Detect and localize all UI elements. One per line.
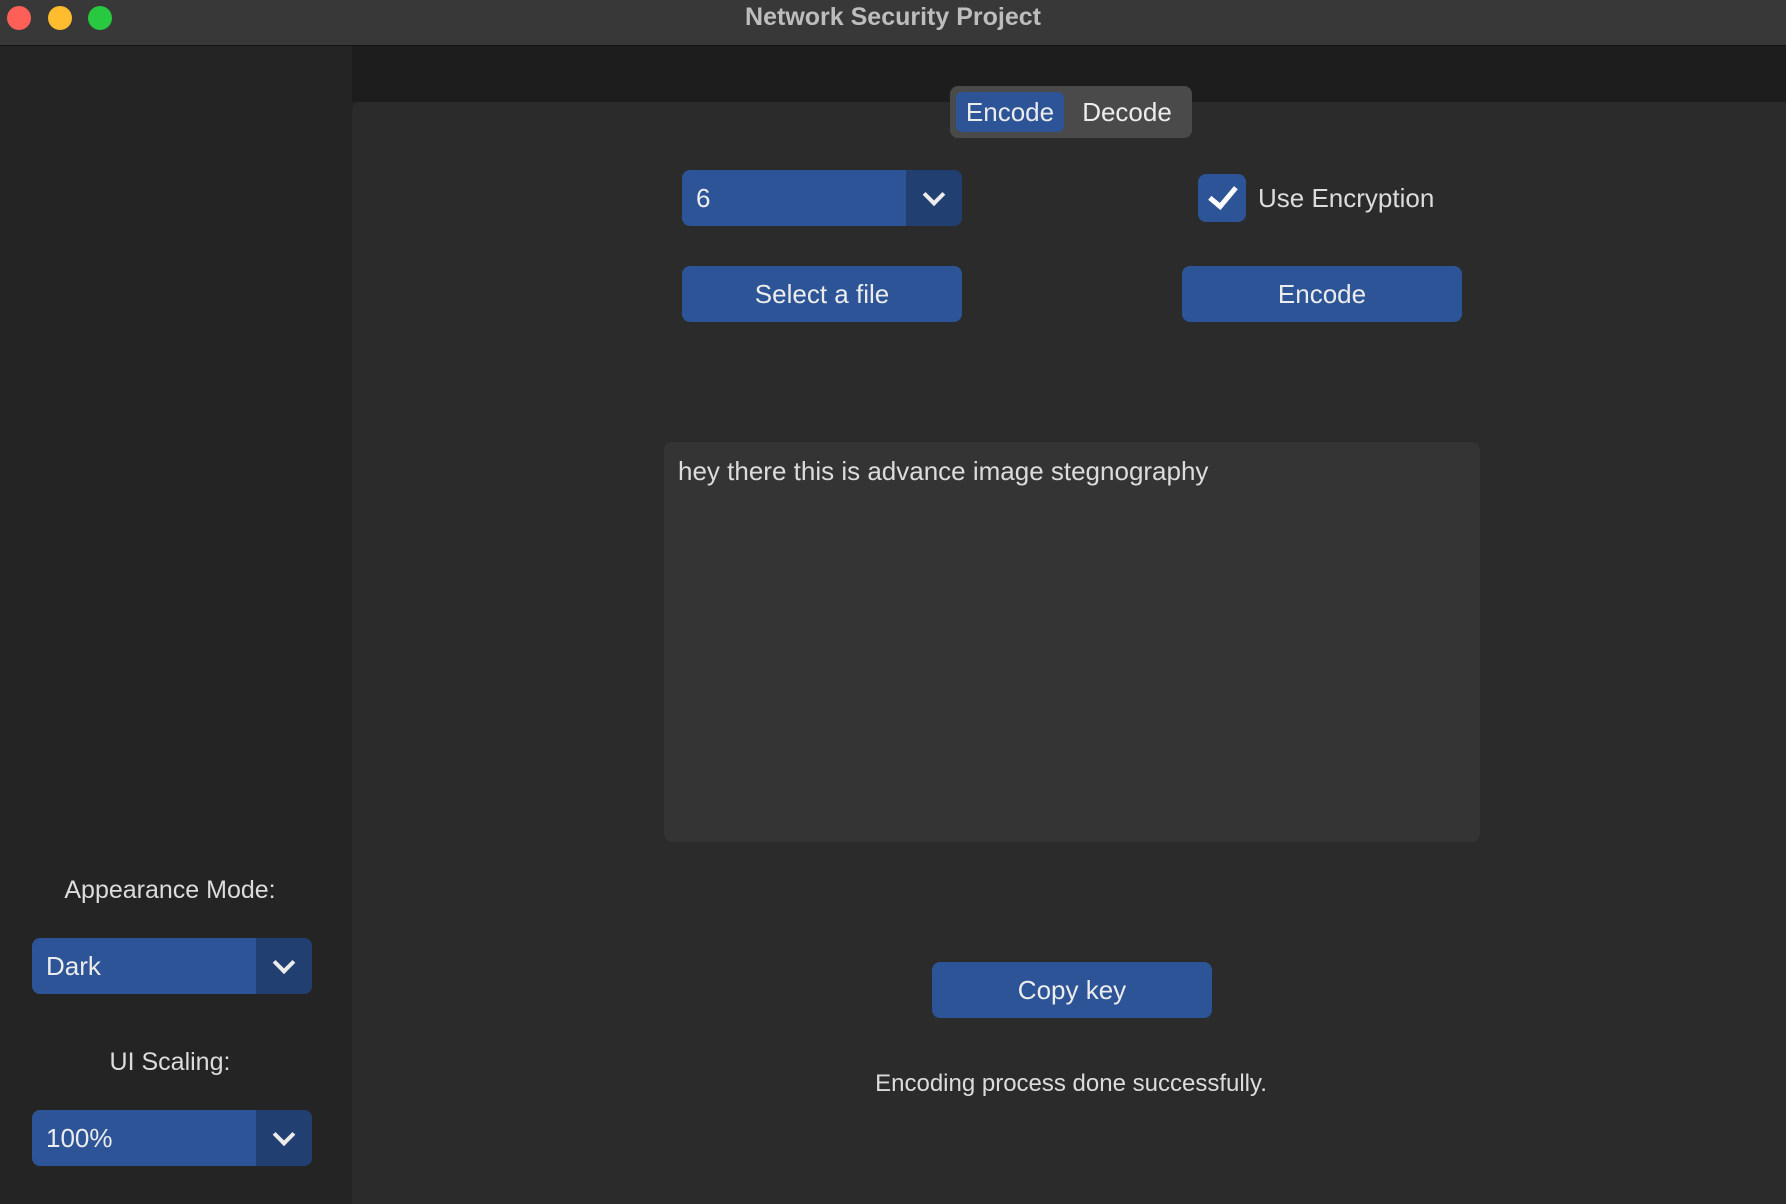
appearance-mode-value: Dark [46,951,101,981]
appearance-mode-label: Appearance Mode: [64,876,276,904]
message-textbox[interactable]: hey there this is advance image stegnogr… [664,442,1480,842]
appearance-mode-dropdown[interactable]: Dark [32,938,312,994]
status-message: Encoding process done successfully. [875,1070,1267,1097]
ui-scaling-label: UI Scaling: [109,1048,231,1076]
select-file-button[interactable]: Select a file [682,266,962,322]
chevron-down-icon [922,183,946,207]
window-title: Network Security Project [745,3,1041,31]
mode-tabs: Encode Decode [950,86,1192,138]
tab-encode[interactable]: Encode [956,92,1064,132]
sidebar: Appearance Mode: Dark UI Scaling: 100% [0,46,352,1204]
tab-decode[interactable]: Decode [1068,92,1186,132]
use-encryption-label[interactable]: Use Encryption [1258,174,1434,222]
bits-value: 6 [696,183,711,213]
ui-scaling-value: 100% [46,1123,113,1153]
use-encryption-checkbox-box[interactable] [1198,174,1246,222]
copy-key-button[interactable]: Copy key [932,962,1212,1018]
bits-dropdown[interactable]: 6 [682,170,962,226]
encode-button[interactable]: Encode [1182,266,1462,322]
app-window: Network Security Project Appearance Mode… [0,0,1786,1204]
bits-dropdown-arrow[interactable] [906,170,962,226]
title-bar: Network Security Project [0,0,1786,46]
appearance-mode-dropdown-arrow[interactable] [256,938,312,994]
checkmark-icon [1208,179,1238,210]
ui-scaling-dropdown-arrow[interactable] [256,1110,312,1166]
ui-scaling-dropdown[interactable]: 100% [32,1110,312,1166]
chevron-down-icon [272,1123,296,1147]
chevron-down-icon [272,951,296,975]
